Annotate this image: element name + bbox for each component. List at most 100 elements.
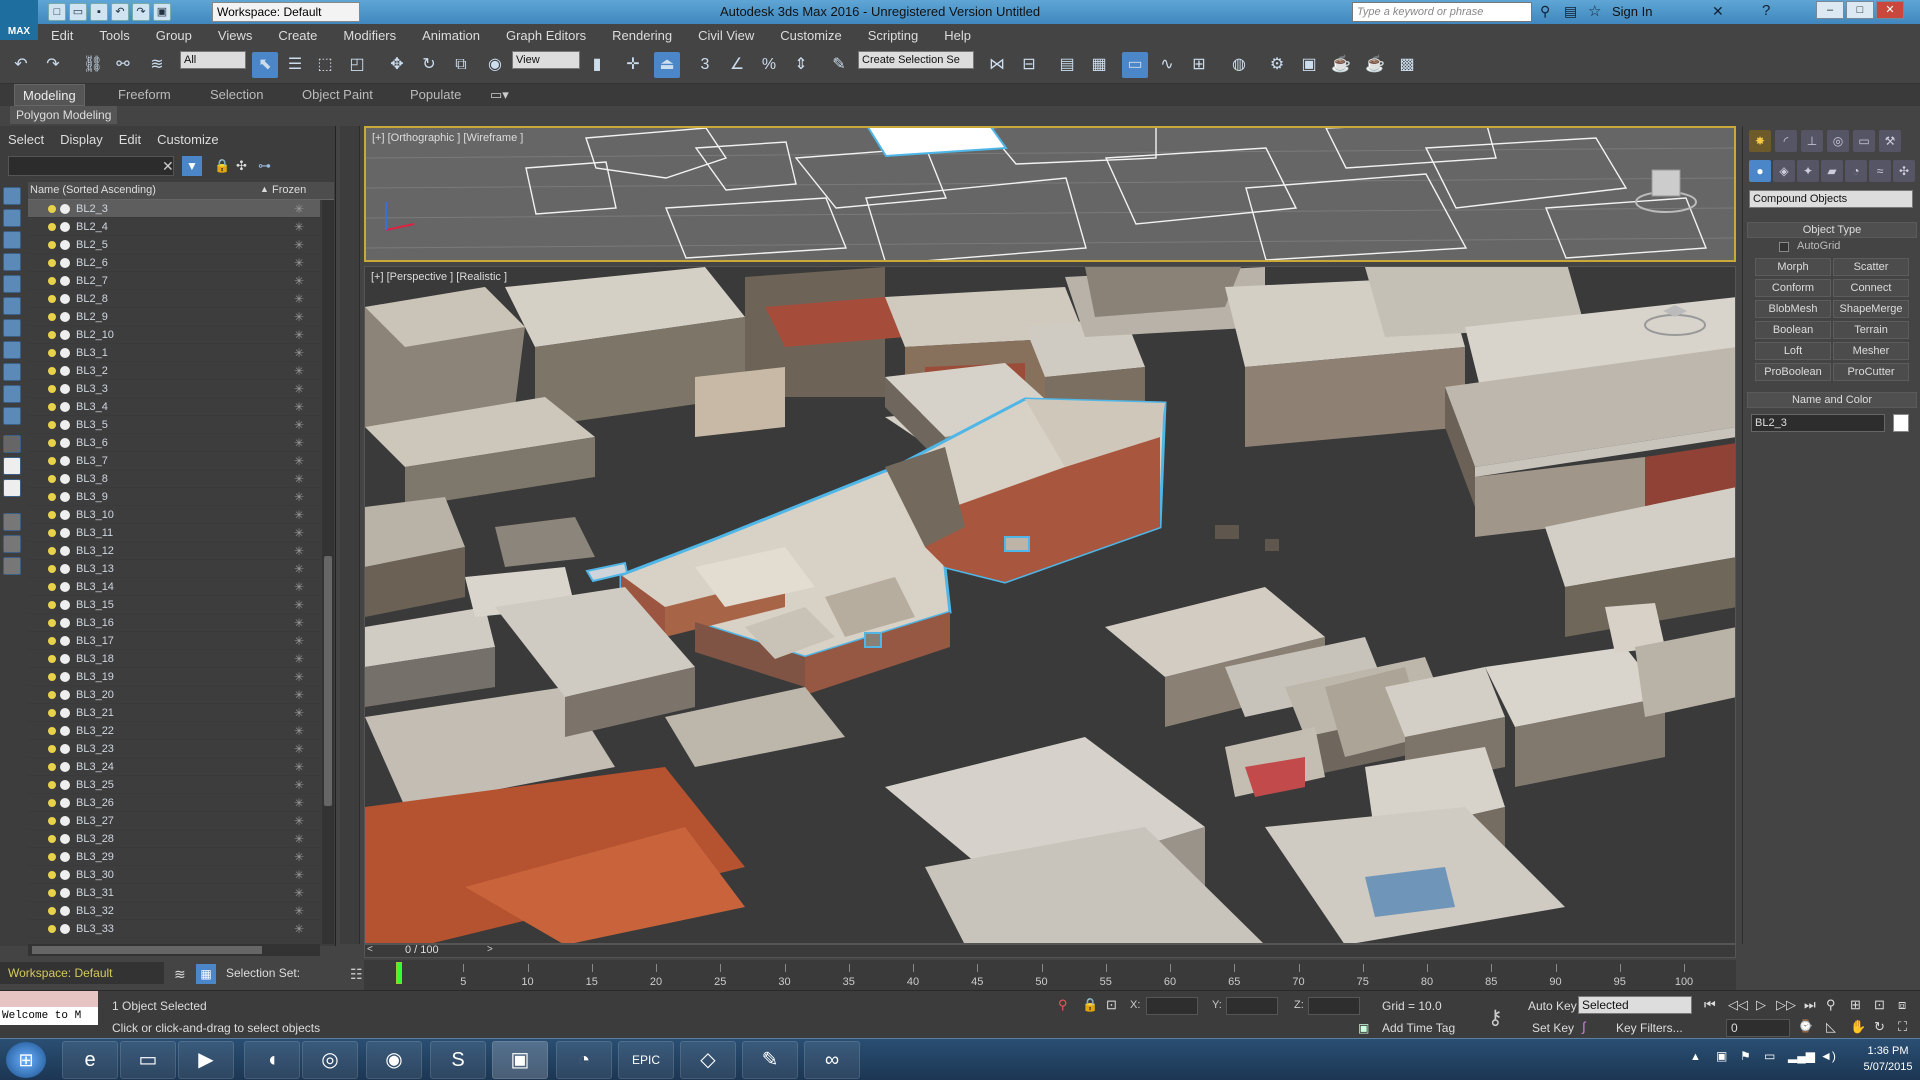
visibility-icon[interactable] (60, 581, 70, 592)
workspace-dropdown[interactable]: Workspace: Default (212, 2, 360, 22)
modify-tab-icon[interactable]: ◜ (1775, 130, 1797, 152)
display-frozen-icon[interactable] (3, 407, 21, 425)
filter-icon[interactable] (3, 535, 21, 553)
freeze-icon[interactable]: ✳ (294, 598, 304, 612)
scene-list-row[interactable]: BL3_6 ✳ (28, 434, 320, 452)
freeze-icon[interactable]: ✳ (294, 418, 304, 432)
zoom-all-icon[interactable]: ⊞ (1850, 997, 1861, 1013)
scene-list-row[interactable]: BL3_14 ✳ (28, 578, 320, 596)
render-iterative-icon[interactable]: ☕ (1362, 52, 1388, 78)
object-category-dropdown[interactable]: Compound Objects (1749, 190, 1913, 208)
next-key-icon[interactable]: ▷▷ (1776, 997, 1796, 1013)
pivot-icon[interactable]: ▮ (584, 52, 610, 78)
menu-tools[interactable]: Tools (86, 28, 142, 43)
freeze-icon[interactable]: ✳ (294, 364, 304, 378)
layer-explorer-icon[interactable]: ▤ (1054, 52, 1080, 78)
light-bulb-icon[interactable] (48, 852, 56, 861)
light-bulb-icon[interactable] (48, 366, 56, 375)
se-menu-customize[interactable]: Customize (149, 132, 226, 147)
display-hidden-icon[interactable] (3, 435, 21, 453)
scene-list-row[interactable]: BL3_27 ✳ (28, 812, 320, 830)
freeze-icon[interactable]: ✳ (294, 544, 304, 558)
light-bulb-icon[interactable] (48, 870, 56, 879)
a360-render-icon[interactable]: ▩ (1394, 52, 1420, 78)
file-explorer-icon[interactable]: ▭ (120, 1041, 176, 1079)
light-bulb-icon[interactable] (48, 474, 56, 483)
maximize-viewport-icon[interactable]: ⛶ (1898, 1019, 1907, 1035)
redo-icon[interactable]: ↷ (132, 3, 150, 21)
light-bulb-icon[interactable] (48, 564, 56, 573)
space-warps-icon[interactable]: ≈ (1869, 160, 1891, 182)
light-bulb-icon[interactable] (48, 546, 56, 555)
freeze-icon[interactable]: ✳ (294, 220, 304, 234)
blobmesh-button[interactable]: BlobMesh (1755, 300, 1831, 318)
light-bulb-icon[interactable] (48, 834, 56, 843)
scene-list-row[interactable]: BL2_6 ✳ (28, 254, 320, 272)
blender-icon[interactable]: ◔ (556, 1041, 612, 1079)
tab-object-paint[interactable]: Object Paint (302, 87, 373, 102)
display-space-warps-icon[interactable] (3, 297, 21, 315)
sign-in-button[interactable]: Sign In (1612, 4, 1652, 19)
x-coordinate-field[interactable] (1146, 997, 1198, 1015)
light-bulb-icon[interactable] (48, 618, 56, 627)
align-icon[interactable]: ⊟ (1016, 52, 1042, 78)
light-bulb-icon[interactable] (48, 888, 56, 897)
scene-list-row[interactable]: BL3_3 ✳ (28, 380, 320, 398)
object-name-field[interactable]: BL2_3 (1751, 414, 1885, 432)
layers-icon[interactable]: ▦ (1086, 52, 1112, 78)
freeze-icon[interactable]: ✳ (294, 526, 304, 540)
scene-list-row[interactable]: BL3_15 ✳ (28, 596, 320, 614)
visibility-icon[interactable] (60, 221, 70, 232)
menu-rendering[interactable]: Rendering (599, 28, 685, 43)
create-tab-icon[interactable]: ✸ (1749, 130, 1771, 152)
material-editor-icon[interactable]: ◍ (1226, 52, 1252, 78)
conform-button[interactable]: Conform (1755, 279, 1831, 297)
visibility-icon[interactable] (60, 689, 70, 700)
scale-icon[interactable]: ⧉ (448, 52, 474, 78)
visibility-icon[interactable] (60, 329, 70, 340)
help-icon[interactable]: ? (1762, 2, 1770, 19)
rollout-object-type[interactable]: Object Type (1747, 222, 1917, 238)
render-setup-icon[interactable]: ⚙ (1264, 52, 1290, 78)
light-bulb-icon[interactable] (48, 384, 56, 393)
scene-explorer-find-input[interactable] (8, 156, 174, 176)
display-none-icon[interactable] (3, 479, 21, 497)
scene-list-row[interactable]: BL3_21 ✳ (28, 704, 320, 722)
menu-modifiers[interactable]: Modifiers (330, 28, 409, 43)
freeze-icon[interactable]: ✳ (294, 850, 304, 864)
app-logo[interactable]: MAX (0, 0, 38, 40)
visibility-icon[interactable] (60, 365, 70, 376)
minimize-button[interactable]: – (1816, 1, 1844, 19)
visibility-icon[interactable] (60, 725, 70, 736)
scene-list-row[interactable]: BL3_24 ✳ (28, 758, 320, 776)
freeze-icon[interactable]: ✳ (294, 238, 304, 252)
tab-populate[interactable]: Populate (410, 87, 461, 102)
zoom-extents-all-icon[interactable]: ⧈ (1898, 997, 1906, 1013)
pan-icon[interactable]: ✋ (1850, 1019, 1866, 1035)
render-production-icon[interactable]: ☕ (1328, 52, 1354, 78)
set-key-button[interactable]: Set Key (1532, 1021, 1574, 1035)
freeze-icon[interactable]: ✳ (294, 814, 304, 828)
scene-explorer-toggle-icon[interactable]: ▭ (1122, 52, 1148, 78)
visibility-icon[interactable] (60, 383, 70, 394)
scene-list-row[interactable]: BL2_5 ✳ (28, 236, 320, 254)
select-by-name-icon[interactable]: ☰ (282, 52, 308, 78)
bind-space-warp-icon[interactable]: ≋ (144, 52, 170, 78)
light-bulb-icon[interactable] (48, 654, 56, 663)
light-bulb-icon[interactable] (48, 708, 56, 717)
binoculars-icon[interactable]: ⚲ (1540, 3, 1550, 20)
light-bulb-icon[interactable] (48, 798, 56, 807)
layer-explorer-icon[interactable]: ≋ (174, 966, 186, 983)
freeze-icon[interactable]: ✳ (294, 202, 304, 216)
menu-animation[interactable]: Animation (409, 28, 493, 43)
visibility-icon[interactable] (60, 275, 70, 286)
visibility-icon[interactable] (60, 527, 70, 538)
undo-icon[interactable]: ↶ (111, 3, 129, 21)
autogrid-checkbox[interactable] (1779, 242, 1789, 252)
visibility-icon[interactable] (60, 779, 70, 790)
light-bulb-icon[interactable] (48, 780, 56, 789)
rendered-frame-window-icon[interactable]: ▣ (1296, 52, 1322, 78)
save-file-icon[interactable]: ▪ (90, 3, 108, 21)
scene-explorer-mode-icon[interactable]: ▦ (196, 964, 216, 984)
visibility-icon[interactable] (60, 815, 70, 826)
